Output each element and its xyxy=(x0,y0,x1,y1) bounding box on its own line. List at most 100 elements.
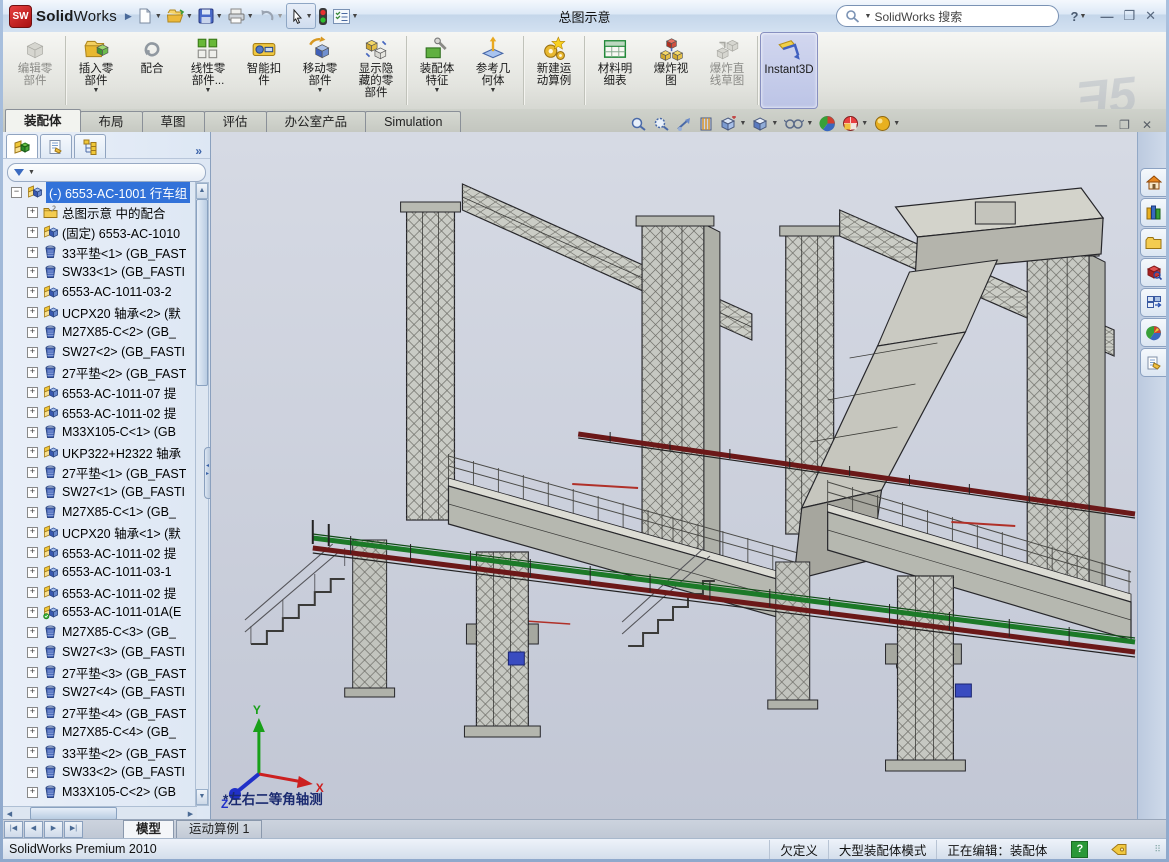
tree-item[interactable]: + UKP322+H2322 轴承 xyxy=(3,442,197,462)
dropdown-caret-icon[interactable]: ▼ xyxy=(155,13,162,20)
expand-toggle-icon[interactable]: + xyxy=(27,307,38,318)
expand-toggle-icon[interactable]: + xyxy=(27,487,38,498)
property-manager-tab[interactable] xyxy=(40,134,72,158)
dropdown-caret-icon[interactable]: ▼ xyxy=(216,13,223,20)
expand-toggle-icon[interactable]: + xyxy=(27,747,38,758)
tree-item[interactable]: + (固定) 6553-AC-1010 xyxy=(3,222,197,242)
mate-button[interactable]: 配合 xyxy=(124,32,180,109)
filter-caret-icon[interactable]: ▼ xyxy=(28,169,35,176)
tab-装配体[interactable]: 装配体 xyxy=(5,109,81,132)
expand-toggle-icon[interactable]: + xyxy=(27,527,38,538)
tree-item[interactable]: + M27X85-C<4> (GB_ xyxy=(3,722,197,742)
tree-item[interactable]: + 33平垫<2> (GB_FAST xyxy=(3,742,197,762)
document-close-button[interactable]: ✕ xyxy=(1142,118,1152,132)
view-palette-tab[interactable] xyxy=(1140,288,1166,317)
new-document-button[interactable]: ▼ xyxy=(134,4,164,28)
tab-草图[interactable]: 草图 xyxy=(142,111,205,132)
expand-toggle-icon[interactable]: + xyxy=(27,207,38,218)
tree-item[interactable]: + 33平垫<1> (GB_FAST xyxy=(3,242,197,262)
tree-item[interactable]: + 总图示意 中的配合 xyxy=(3,202,197,222)
help-button[interactable]: ? xyxy=(1071,9,1079,24)
tree-item[interactable]: + 6553-AC-1011-02 提 xyxy=(3,402,197,422)
expand-toggle-icon[interactable]: + xyxy=(27,327,38,338)
tree-item[interactable]: + 6553-AC-1011-07 提 xyxy=(3,382,197,402)
feature-tree-tab[interactable] xyxy=(6,134,38,158)
resize-grip-icon[interactable]: ⠿ xyxy=(1154,844,1162,855)
tree-item[interactable]: + M27X85-C<3> (GB_ xyxy=(3,622,197,642)
expand-toggle-icon[interactable]: + xyxy=(27,447,38,458)
dropdown-caret-icon[interactable]: ▼ xyxy=(247,13,254,20)
show-hidden-components-button[interactable]: 显示隐藏的零部件 xyxy=(348,32,404,109)
file-explorer-tab[interactable] xyxy=(1140,228,1166,257)
expand-toggle-icon[interactable]: + xyxy=(27,267,38,278)
expand-toggle-icon[interactable]: + xyxy=(27,627,38,638)
expand-toggle-icon[interactable]: + xyxy=(27,407,38,418)
tab-scroll-prev-button[interactable]: ◀ xyxy=(24,821,43,838)
document-minimize-button[interactable]: — xyxy=(1095,118,1107,132)
tree-item[interactable]: + 27平垫<1> (GB_FAST xyxy=(3,462,197,482)
model-tab-模型[interactable]: 模型 xyxy=(123,820,174,839)
tree-item[interactable]: − (-) 6553-AC-1001 行车组 xyxy=(3,182,197,202)
zoom-area-button[interactable] xyxy=(653,116,670,132)
expand-toggle-icon[interactable]: − xyxy=(11,187,22,198)
dropdown-caret-icon[interactable]: ▼ xyxy=(771,120,778,127)
dropdown-caret-icon[interactable]: ▼ xyxy=(434,87,441,95)
toolbar-expand-icon[interactable]: ▶ xyxy=(125,8,134,24)
rebuild-button[interactable] xyxy=(316,4,330,28)
expand-toggle-icon[interactable]: + xyxy=(27,367,38,378)
expand-toggle-icon[interactable]: + xyxy=(27,727,38,738)
tree-item[interactable]: + M27X85-C<1> (GB_ xyxy=(3,502,197,522)
tree-item[interactable]: + M27X85-C<2> (GB_ xyxy=(3,322,197,342)
model-canvas[interactable]: Y X Z xyxy=(211,132,1137,820)
print-button[interactable]: ▼ xyxy=(225,4,256,28)
linear-component-pattern-button[interactable]: 线性零部件... ▼ xyxy=(180,32,236,109)
dropdown-caret-icon[interactable]: ▼ xyxy=(205,87,212,95)
graphics-viewport[interactable]: Y X Z *左右二等角轴测 xyxy=(211,132,1137,820)
zoom-fit-button[interactable] xyxy=(630,116,647,132)
dropdown-caret-icon[interactable]: ▼ xyxy=(893,120,900,127)
tab-scroll-next-button[interactable]: ▶ xyxy=(44,821,63,838)
expand-toggle-icon[interactable]: + xyxy=(27,387,38,398)
tree-item[interactable]: + SW27<3> (GB_FASTI xyxy=(3,642,197,662)
tab-scroll-first-button[interactable]: |◀ xyxy=(4,821,23,838)
expand-toggle-icon[interactable]: + xyxy=(27,767,38,778)
options-button[interactable]: ▼ xyxy=(330,4,361,28)
dropdown-caret-icon[interactable]: ▼ xyxy=(490,87,497,95)
search-scope-caret-icon[interactable]: ▼ xyxy=(865,13,872,20)
insert-component-button[interactable]: 插入零部件 ▼ xyxy=(68,32,124,109)
tree-item[interactable]: + SW33<2> (GB_FASTI xyxy=(3,762,197,782)
expand-toggle-icon[interactable]: + xyxy=(27,567,38,578)
dropdown-caret-icon[interactable]: ▼ xyxy=(186,13,193,20)
expand-toggle-icon[interactable]: + xyxy=(27,607,38,618)
expand-toggle-icon[interactable]: + xyxy=(27,347,38,358)
custom-properties-tab[interactable] xyxy=(1140,348,1166,377)
tab-Simulation[interactable]: Simulation xyxy=(365,111,461,132)
scroll-right-arrow-icon[interactable]: ▶ xyxy=(184,810,197,818)
select-tool-button[interactable]: ▼ xyxy=(286,3,316,29)
scroll-up-arrow-icon[interactable]: ▲ xyxy=(196,183,208,199)
tree-item[interactable]: + M33X105-C<1> (GB xyxy=(3,422,197,442)
tree-item[interactable]: + SW27<2> (GB_FASTI xyxy=(3,342,197,362)
dropdown-caret-icon[interactable]: ▼ xyxy=(317,87,324,95)
assembly-features-button[interactable]: 装配体特征 ▼ xyxy=(409,32,465,109)
hide-show-items-button[interactable]: ▼ xyxy=(784,116,813,131)
minimize-button[interactable]: — xyxy=(1100,9,1113,24)
scroll-down-arrow-icon[interactable]: ▼ xyxy=(196,789,208,805)
close-button[interactable]: ✕ xyxy=(1145,8,1156,24)
expand-toggle-icon[interactable]: + xyxy=(27,547,38,558)
expand-toggle-icon[interactable]: + xyxy=(27,667,38,678)
tree-item[interactable]: + 27平垫<2> (GB_FAST xyxy=(3,362,197,382)
edit-appearance-button[interactable]: ▼ xyxy=(874,115,900,132)
help-caret-icon[interactable]: ▼ xyxy=(1080,13,1087,20)
open-button[interactable]: ▼ xyxy=(164,4,195,28)
move-component-button[interactable]: 移动零部件 ▼ xyxy=(292,32,348,109)
configuration-manager-tab[interactable] xyxy=(74,134,106,158)
tab-评估[interactable]: 评估 xyxy=(204,111,267,132)
rotate-view-button[interactable] xyxy=(676,116,693,132)
expand-toggle-icon[interactable]: + xyxy=(27,787,38,798)
model-tab-运动算例 1[interactable]: 运动算例 1 xyxy=(176,820,262,839)
tree-item[interactable]: + SW27<1> (GB_FASTI xyxy=(3,482,197,502)
expand-toggle-icon[interactable]: + xyxy=(27,227,38,238)
dropdown-caret-icon[interactable]: ▼ xyxy=(93,87,100,95)
bill-of-materials-button[interactable]: 材料明细表 xyxy=(587,32,643,109)
